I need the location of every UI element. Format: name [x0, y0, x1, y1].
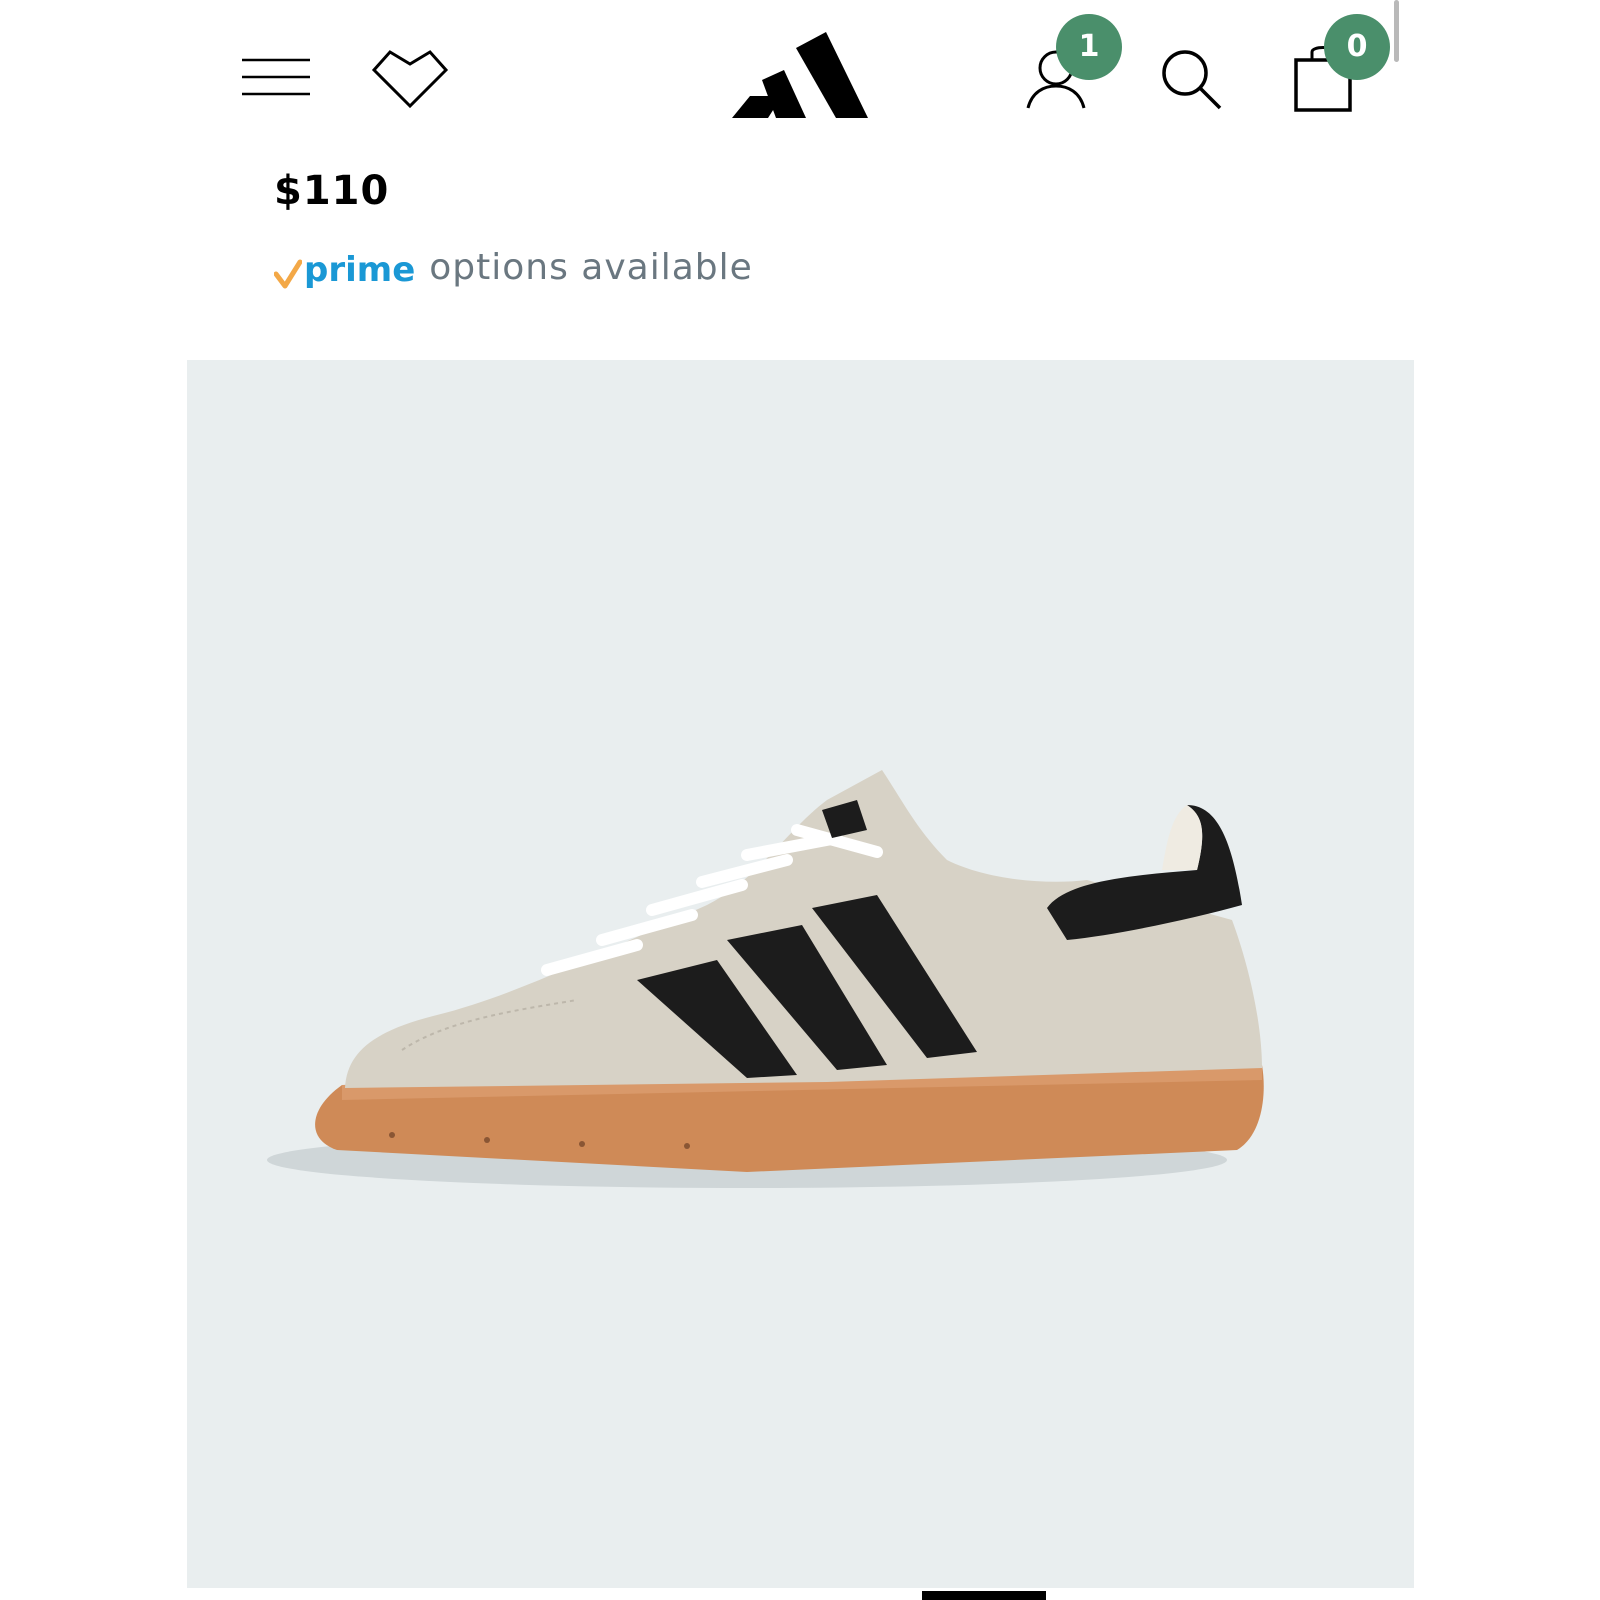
search-button[interactable]: [1158, 46, 1224, 112]
carousel-indicator[interactable]: [922, 1591, 1046, 1600]
product-image[interactable]: [187, 360, 1414, 1588]
product-price: $110: [274, 168, 390, 214]
prime-logo-text: prime: [304, 250, 416, 290]
heart-icon: [371, 50, 449, 109]
wishlist-button[interactable]: [370, 44, 450, 110]
adidas-logo: [732, 32, 868, 118]
prime-availability[interactable]: prime options available: [274, 238, 753, 290]
account-badge: 1: [1056, 14, 1122, 80]
sneaker-illustration: [267, 770, 1264, 1188]
hamburger-menu-icon: [242, 58, 310, 96]
scrollbar-thumb[interactable]: [1394, 0, 1399, 62]
prime-check-icon: [274, 259, 302, 289]
product-page: 1 0 $110 prime options available: [0, 0, 1600, 1600]
menu-button[interactable]: [236, 52, 312, 102]
top-navigation-bar: 1 0: [0, 0, 1600, 150]
cart-badge: 0: [1324, 14, 1390, 80]
search-icon: [1162, 50, 1222, 110]
brand-logo-link[interactable]: [732, 30, 868, 120]
prime-options-text: options available: [429, 247, 753, 288]
